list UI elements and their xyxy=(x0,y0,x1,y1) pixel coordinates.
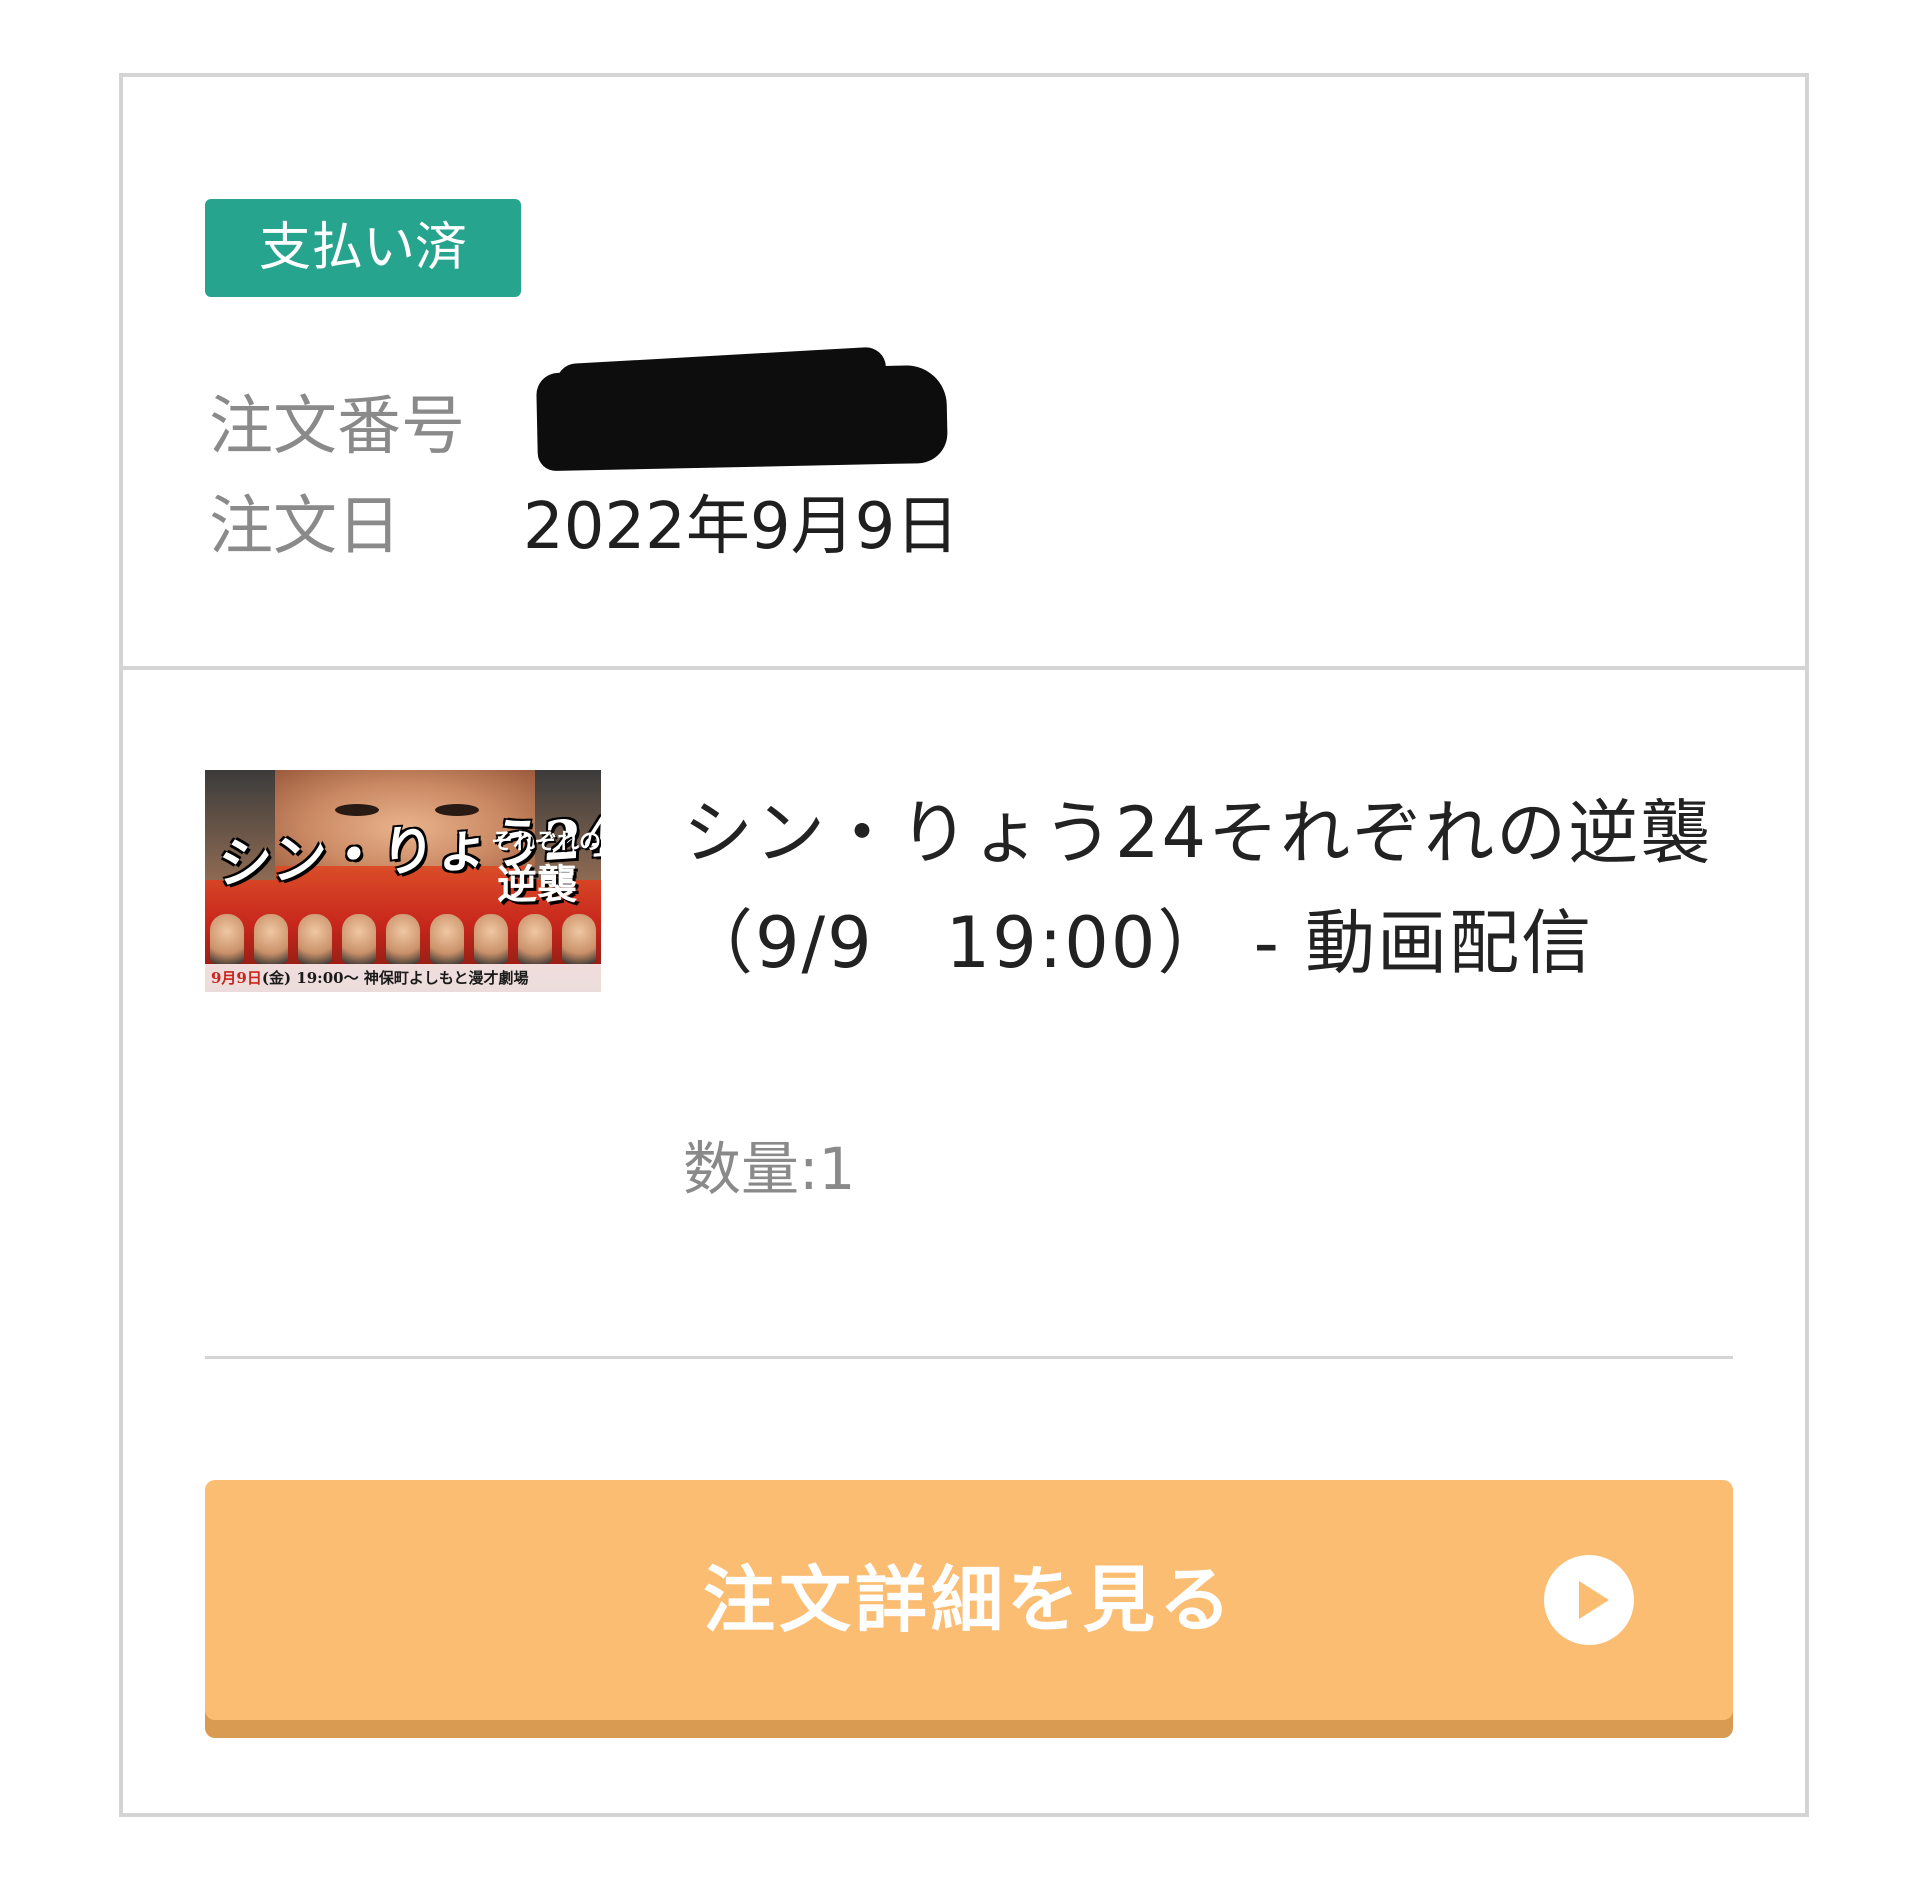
order-item: シン・りょう24 それぞれの 逆襲 9月9日(金) 19:00〜 神保町よしもと… xyxy=(123,670,1805,1813)
thumbnail-date: 9月9日 xyxy=(211,969,262,987)
order-date-label: 注文日 xyxy=(209,490,401,564)
thumbnail-day: (金) xyxy=(261,969,292,987)
thumbnail-caption: 9月9日(金) 19:00〜 神保町よしもと漫才劇場 xyxy=(205,964,601,992)
product-title[interactable]: シン・りょう24それぞれの逆襲（9/9 19:00） - 動画配信 xyxy=(683,778,1723,998)
section-divider xyxy=(205,1356,1733,1359)
thumbnail-eye xyxy=(335,804,379,816)
thumbnail-subtitle-bottom: 逆襲 xyxy=(497,861,577,908)
product-quantity: 数量:1 xyxy=(683,1135,856,1203)
thumbnail-venue: 神保町よしもと漫才劇場 xyxy=(363,969,529,987)
view-order-details-label: 注文詳細を見る xyxy=(702,1558,1235,1642)
order-number-redaction xyxy=(536,364,948,472)
thumbnail-time: 19:00〜 xyxy=(296,969,359,987)
order-header: 支払い済 注文番号 注文日 2022年9月9日 xyxy=(123,77,1805,670)
order-number-label: 注文番号 xyxy=(209,390,465,464)
order-card: 支払い済 注文番号 注文日 2022年9月9日 シン・りょう24 それぞれの 逆… xyxy=(119,73,1809,1817)
view-order-details-button[interactable]: 注文詳細を見る xyxy=(205,1480,1733,1720)
play-circle-icon xyxy=(1544,1555,1634,1645)
order-date-value: 2022年9月9日 xyxy=(523,490,960,564)
product-thumbnail[interactable]: シン・りょう24 それぞれの 逆襲 9月9日(金) 19:00〜 神保町よしもと… xyxy=(205,770,601,992)
status-badge: 支払い済 xyxy=(205,199,521,297)
